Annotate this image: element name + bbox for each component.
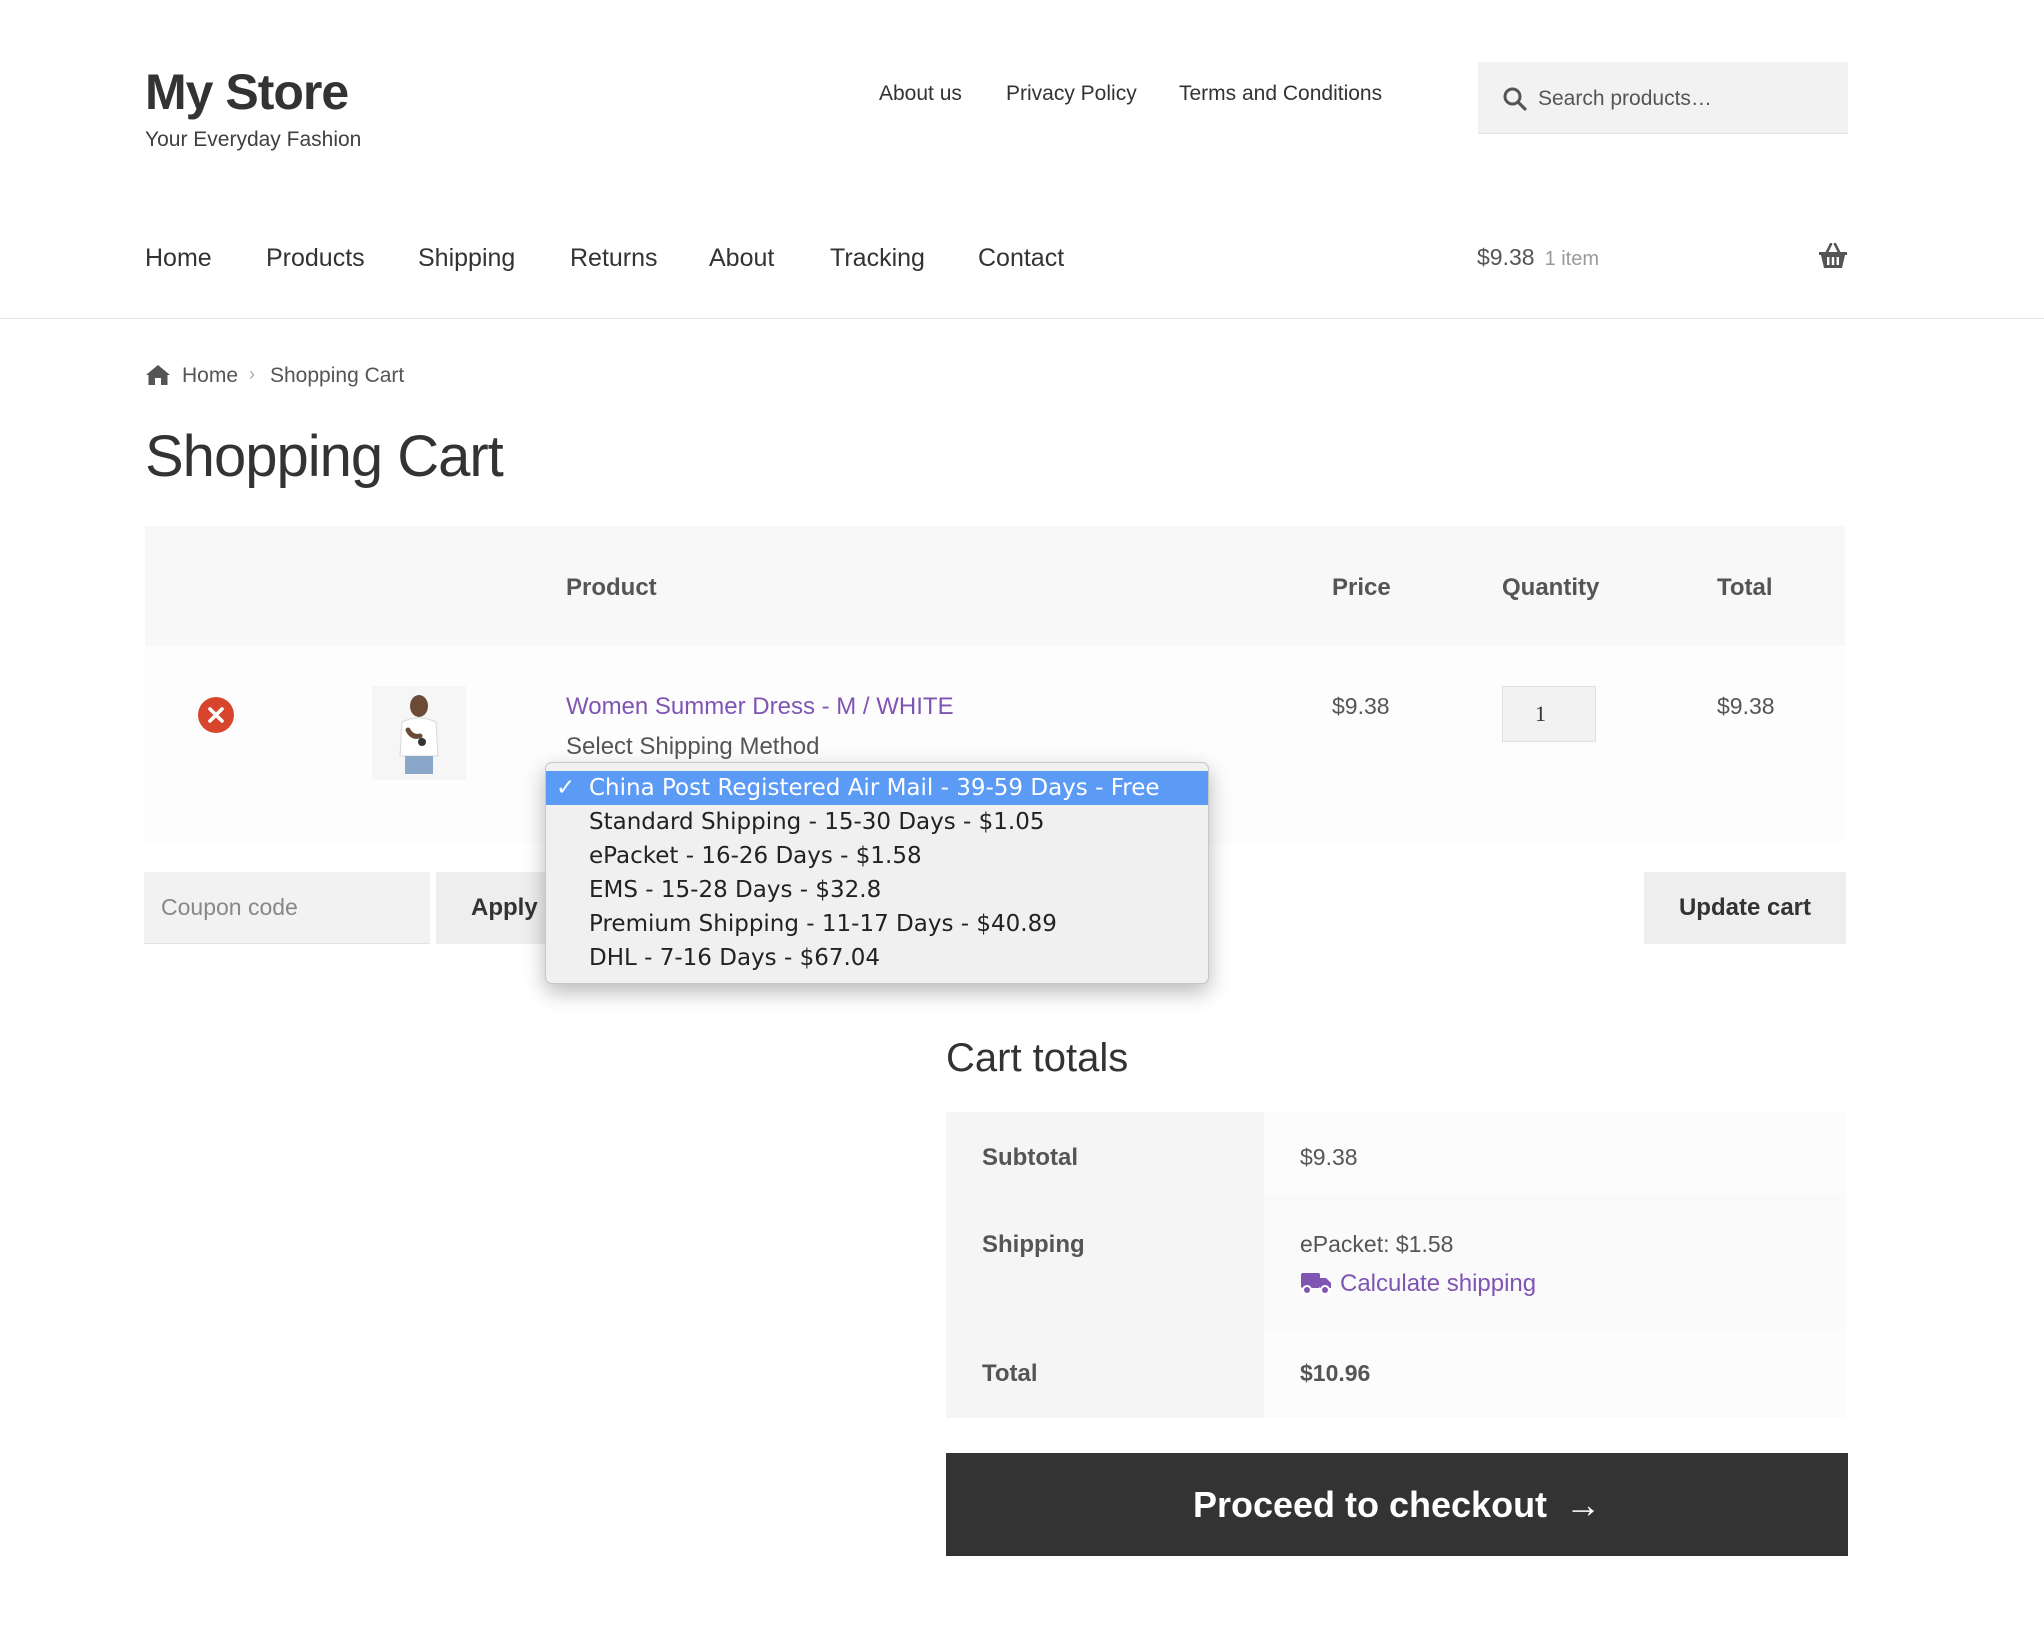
check-icon: ✓ (556, 775, 576, 801)
search-icon (1503, 87, 1527, 111)
shipping-option-label: DHL - 7-16 Days - $67.04 (589, 945, 881, 971)
header-cart-amount: $9.38 (1477, 244, 1535, 270)
page-title: Shopping Cart (145, 424, 504, 489)
shipping-method-label: Select Shipping Method (566, 733, 820, 760)
nav-products[interactable]: Products (266, 244, 365, 273)
nav-contact[interactable]: Contact (978, 244, 1064, 273)
update-cart-button[interactable]: Update cart (1644, 872, 1846, 944)
site-description: Your Everyday Fashion (145, 128, 362, 151)
total-value: $10.96 (1300, 1360, 1371, 1386)
cart-totals-title: Cart totals (946, 1036, 1129, 1080)
shipping-option[interactable]: DHL - 7-16 Days - $67.04 (546, 941, 1208, 975)
nav-returns[interactable]: Returns (570, 244, 658, 273)
calculate-shipping-link[interactable]: Calculate shipping (1300, 1270, 1536, 1298)
shipping-option-label: Premium Shipping - 11-17 Days - $40.89 (589, 911, 1057, 937)
calculate-shipping-label: Calculate shipping (1340, 1270, 1537, 1297)
col-total: Total (1717, 574, 1773, 601)
nav-terms[interactable]: Terms and Conditions (1179, 82, 1382, 106)
product-image (372, 686, 466, 780)
site-title[interactable]: My Store (145, 62, 349, 122)
checkout-label: Proceed to checkout (1192, 1483, 1548, 1525)
nav-privacy-policy[interactable]: Privacy Policy (1006, 82, 1137, 106)
shipping-option[interactable]: Premium Shipping - 11-17 Days - $40.89 (546, 907, 1208, 941)
shipping-value: ePacket: $1.58 (1300, 1231, 1454, 1257)
header-divider (0, 318, 2044, 319)
shipping-option[interactable]: Standard Shipping - 15-30 Days - $1.05 (546, 805, 1208, 839)
total-label: Total (982, 1360, 1038, 1387)
shipping-option-label: China Post Registered Air Mail - 39-59 D… (589, 775, 1160, 801)
header-cart-count: 1 item (1544, 248, 1600, 270)
search-box (1478, 62, 1848, 136)
totals-shipping-row (1264, 1194, 1846, 1330)
product-name-link[interactable]: Women Summer Dress - M / WHITE (566, 693, 954, 721)
shipping-option-label: EMS - 15-28 Days - $32.8 (589, 877, 882, 903)
nav-about[interactable]: About (709, 244, 774, 273)
remove-item-button[interactable] (198, 697, 234, 733)
header-cart-link[interactable]: $9.38 1 item (1477, 244, 1599, 271)
truck-icon (1301, 1273, 1331, 1295)
home-icon (146, 365, 170, 385)
remove-icon (208, 707, 224, 723)
col-quantity: Quantity (1502, 574, 1600, 601)
coupon-code-input[interactable] (144, 872, 430, 944)
nav-home[interactable]: Home (145, 244, 212, 273)
search-input[interactable] (1536, 62, 1840, 136)
nav-tracking[interactable]: Tracking (830, 244, 925, 273)
quantity-input[interactable] (1502, 686, 1596, 742)
breadcrumb-current: Shopping Cart (270, 364, 405, 387)
proceed-to-checkout-button[interactable]: Proceed to checkout → (946, 1453, 1848, 1556)
nav-about-us[interactable]: About us (879, 82, 962, 106)
item-price: $9.38 (1332, 693, 1390, 719)
shipping-option[interactable]: ePacket - 16-26 Days - $1.58 (546, 839, 1208, 873)
item-total: $9.38 (1717, 693, 1775, 719)
shipping-method-dropdown[interactable]: ✓ China Post Registered Air Mail - 39-59… (545, 762, 1209, 984)
subtotal-label: Subtotal (982, 1144, 1078, 1171)
col-price: Price (1332, 574, 1391, 601)
breadcrumb-separator: › (249, 364, 255, 384)
breadcrumb-home[interactable]: Home (182, 364, 238, 388)
arrow-right-icon: → (1565, 1483, 1602, 1525)
product-thumbnail[interactable] (372, 686, 466, 780)
shipping-option[interactable]: ✓ China Post Registered Air Mail - 39-59… (546, 771, 1208, 805)
col-product: Product (566, 574, 657, 601)
shipping-option-label: ePacket - 16-26 Days - $1.58 (589, 843, 922, 869)
shipping-option[interactable]: EMS - 15-28 Days - $32.8 (546, 873, 1208, 907)
shipping-label: Shipping (982, 1231, 1085, 1258)
nav-shipping[interactable]: Shipping (418, 244, 515, 273)
shipping-option-label: Standard Shipping - 15-30 Days - $1.05 (589, 809, 1045, 835)
basket-icon[interactable] (1818, 243, 1848, 269)
subtotal-value: $9.38 (1300, 1144, 1358, 1170)
